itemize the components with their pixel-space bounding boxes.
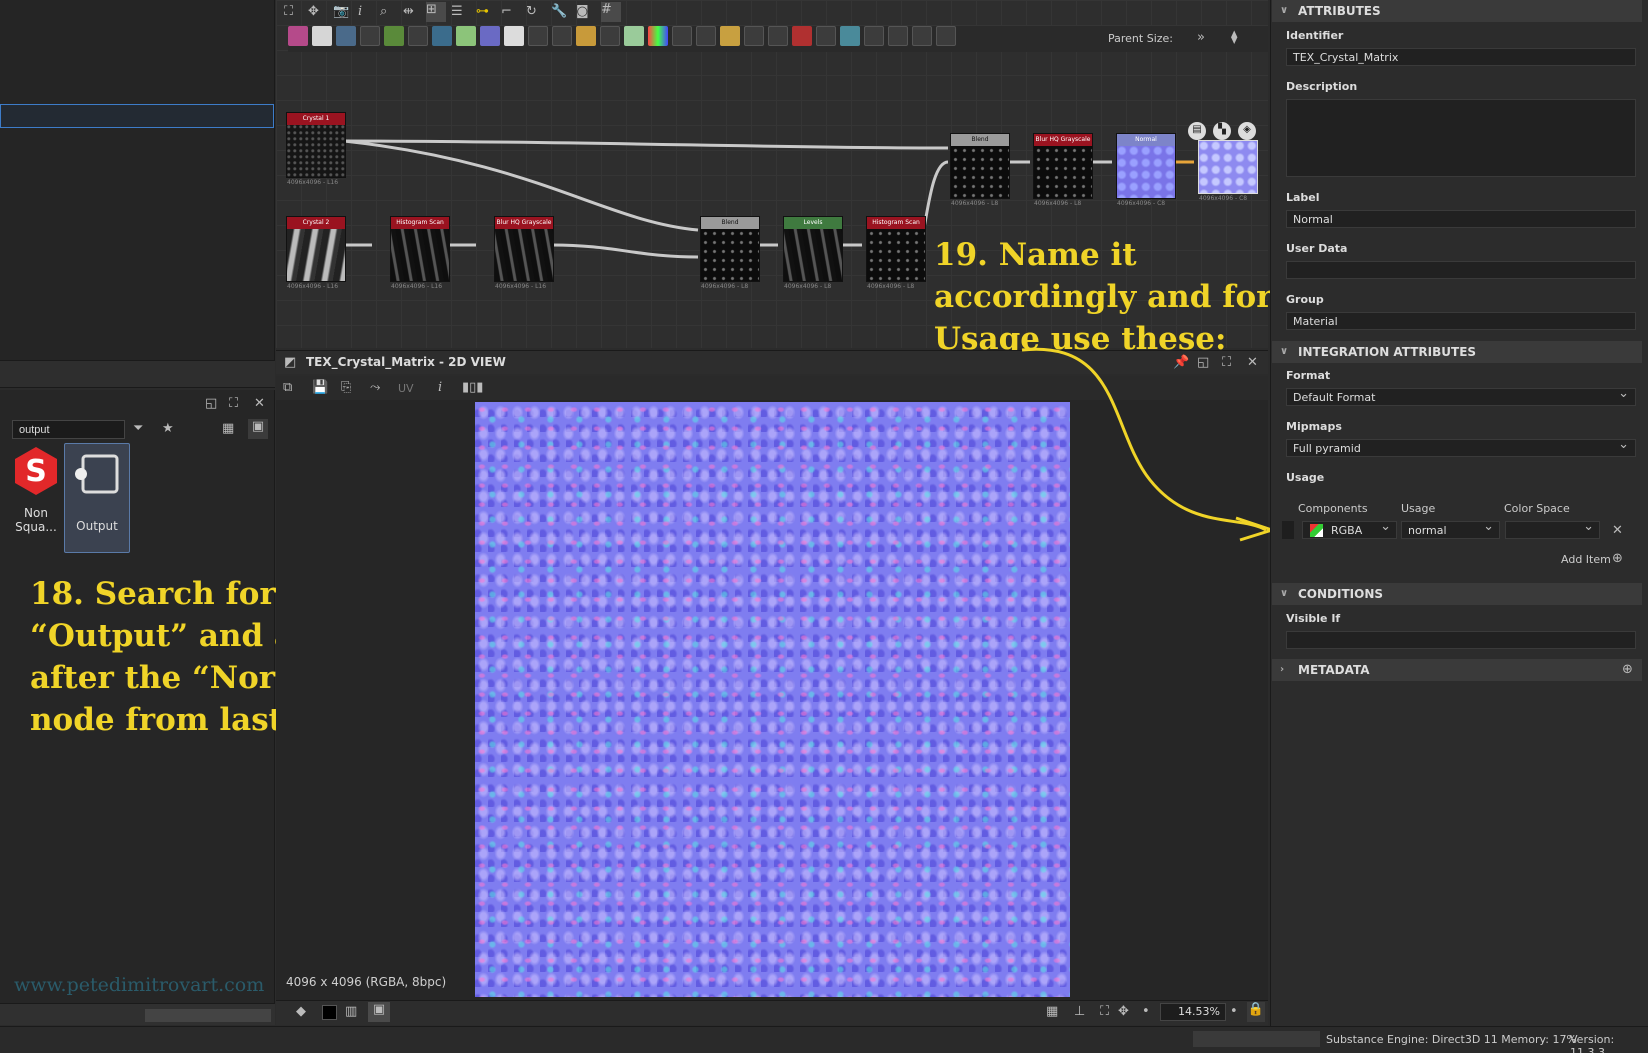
identifier-field[interactable]: TEX_Crystal_Matrix xyxy=(1286,48,1636,66)
engine-status: Substance Engine: Direct3D 11 Memory: 17… xyxy=(1326,1033,1577,1046)
label-field[interactable]: Normal xyxy=(1286,210,1636,228)
status-progress xyxy=(1193,1031,1320,1047)
add-metadata-icon[interactable]: ⊕ xyxy=(1622,662,1633,678)
section-title: CONDITIONS xyxy=(1298,587,1384,601)
rgba-swatch-icon xyxy=(1310,524,1323,537)
visible-if-label: Visible If xyxy=(1286,612,1341,625)
format-label: Format xyxy=(1286,369,1331,382)
version-label: Version: 11.3.3 xyxy=(1570,1033,1615,1053)
group-label: Group xyxy=(1286,293,1324,306)
remove-usage-icon[interactable]: ✕ xyxy=(1612,523,1623,539)
integration-section-header[interactable]: ∨ INTEGRATION ATTRIBUTES xyxy=(1272,341,1642,363)
usage-column-label: Usage xyxy=(1401,502,1436,515)
usage-select[interactable]: normal xyxy=(1401,519,1500,539)
chevron-down-icon: ∨ xyxy=(1280,588,1289,599)
mipmaps-label: Mipmaps xyxy=(1286,420,1342,433)
description-label: Description xyxy=(1286,80,1358,93)
chevron-down-icon: ∨ xyxy=(1280,346,1289,357)
metadata-section-header[interactable]: › METADATA xyxy=(1272,659,1642,681)
colorspace-select[interactable] xyxy=(1505,519,1600,539)
colorspace-column-label: Color Space xyxy=(1504,502,1570,515)
description-field[interactable] xyxy=(1286,99,1636,177)
section-title: ATTRIBUTES xyxy=(1298,4,1381,18)
app-window: ◱ ⛶ ✕ ⏷ ★ ▦ ▣ S Non Squa... Output 18. S… xyxy=(0,0,1648,1053)
components-column-label: Components xyxy=(1298,502,1368,515)
label-label: Label xyxy=(1286,191,1320,204)
chevron-down-icon: ∨ xyxy=(1280,5,1289,16)
components-select[interactable]: RGBA xyxy=(1302,519,1397,539)
format-select[interactable]: Default Format xyxy=(1286,386,1636,406)
identifier-label: Identifier xyxy=(1286,29,1344,42)
section-title: INTEGRATION ATTRIBUTES xyxy=(1298,345,1477,359)
mipmaps-select[interactable]: Full pyramid xyxy=(1286,437,1636,457)
group-field[interactable]: Material xyxy=(1286,312,1636,330)
user-data-label: User Data xyxy=(1286,242,1348,255)
add-item-button[interactable]: Add Item xyxy=(1561,553,1611,566)
usage-label: Usage xyxy=(1286,471,1325,484)
section-title: METADATA xyxy=(1298,663,1370,677)
usage-row-handle[interactable] xyxy=(1282,521,1294,539)
add-icon[interactable]: ⊕ xyxy=(1612,551,1623,567)
conditions-section-header[interactable]: ∨ CONDITIONS xyxy=(1272,583,1642,605)
chevron-right-icon: › xyxy=(1280,664,1285,675)
visible-if-field[interactable] xyxy=(1286,631,1636,649)
attributes-section-header[interactable]: ∨ ATTRIBUTES xyxy=(1272,0,1642,22)
user-data-field[interactable] xyxy=(1286,261,1636,279)
components-value: RGBA xyxy=(1331,524,1363,537)
